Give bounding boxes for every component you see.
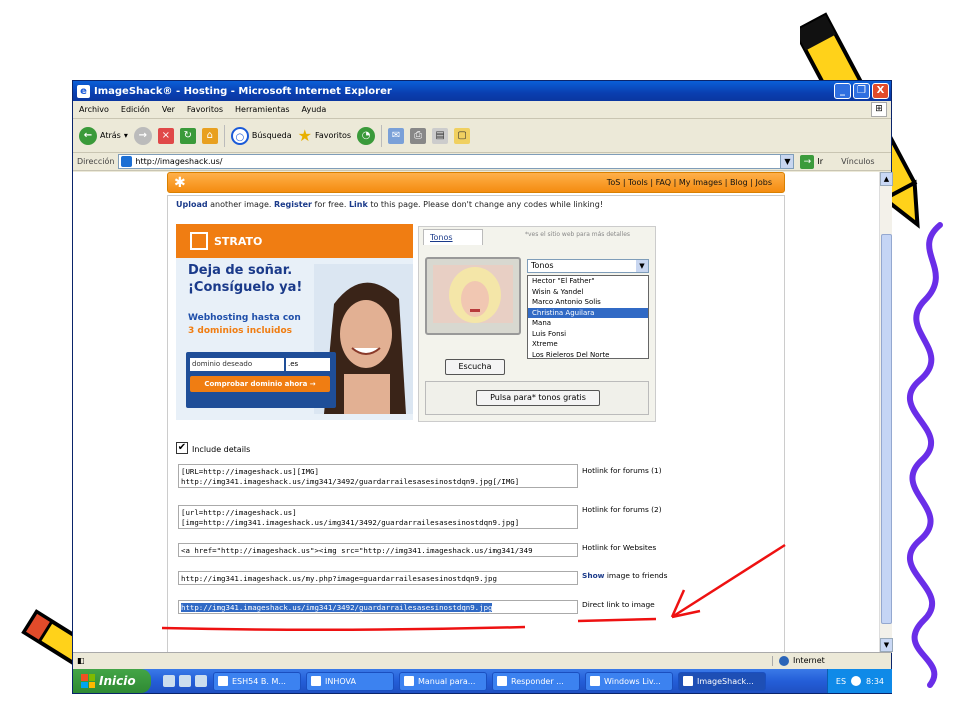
red-underline-label xyxy=(577,617,657,623)
annotation-overlay xyxy=(161,543,786,632)
red-underline-link xyxy=(161,625,526,632)
red-arrow-icon xyxy=(670,543,786,619)
